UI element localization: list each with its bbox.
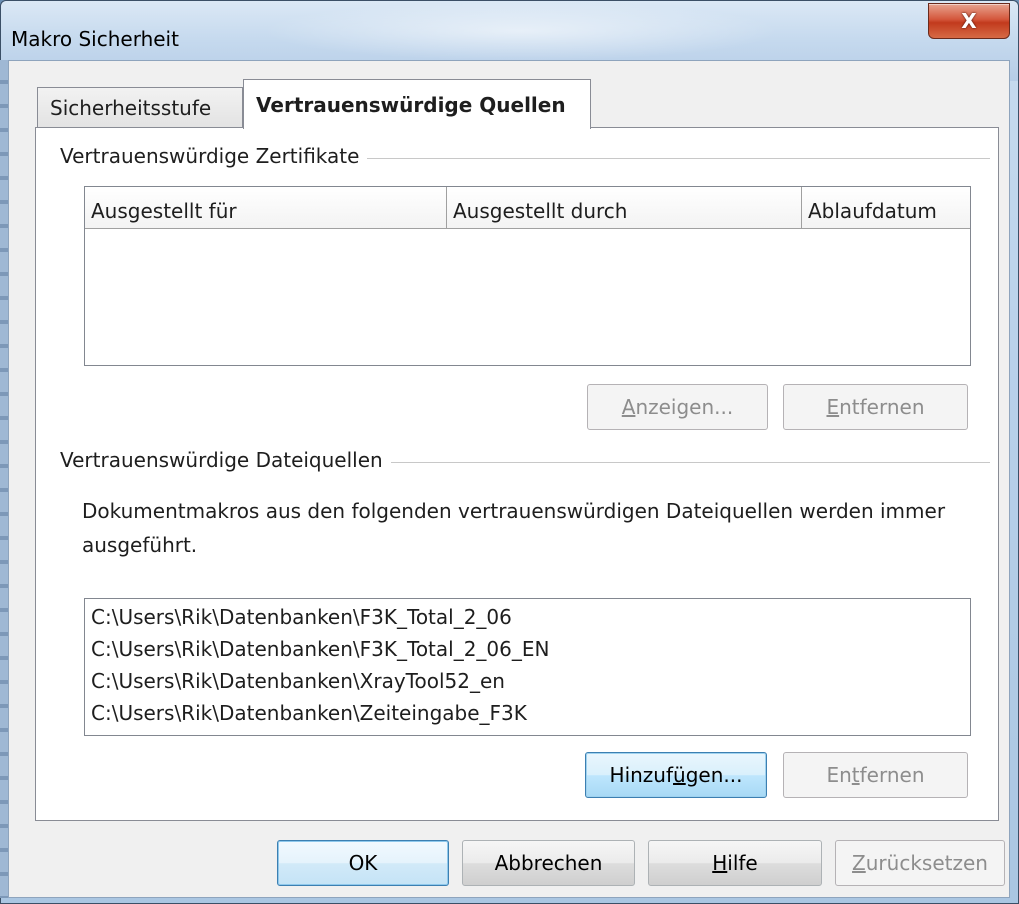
- file-sources-group-label: Vertrauenswürdige Dateiquellen: [60, 448, 391, 472]
- add-file-source-button[interactable]: Hinzuf ü gen...: [585, 752, 767, 798]
- reset-button[interactable]: Zurücksetzen: [835, 840, 1005, 886]
- button-label: ntfernen: [839, 395, 925, 419]
- column-header-issued-by[interactable]: Ausgestellt durch: [447, 187, 802, 228]
- mnemonic: ü: [673, 763, 686, 787]
- window-title: Makro Sicherheit: [11, 27, 179, 51]
- close-icon: X: [961, 9, 977, 33]
- tab-vertrauenswuerdige-quellen[interactable]: Vertrauenswürdige Quellen: [243, 79, 591, 129]
- mnemonic: Z: [852, 851, 866, 875]
- ok-button[interactable]: OK: [277, 840, 449, 886]
- button-label: ilfe: [727, 851, 758, 875]
- table-header: Ausgestellt für Ausgestellt durch Ablauf…: [85, 187, 970, 229]
- remove-file-source-button[interactable]: En t fernen: [783, 752, 968, 798]
- button-label: nzeigen...: [635, 395, 734, 419]
- background-window-edge: [0, 60, 8, 898]
- file-sources-description: Dokumentmakros aus den folgenden vertrau…: [82, 499, 946, 557]
- button-label: OK: [348, 851, 378, 875]
- list-item[interactable]: C:\Users\Rik\Datenbanken\XrayTool52_en: [91, 665, 964, 697]
- list-item[interactable]: C:\Users\Rik\Datenbanken\Zeiteingabe_F3K: [91, 697, 964, 729]
- tab-sicherheitsstufe[interactable]: Sicherheitsstufe: [37, 87, 243, 127]
- certificates-table[interactable]: Ausgestellt für Ausgestellt durch Ablauf…: [84, 186, 971, 366]
- tab-label: Sicherheitsstufe: [50, 95, 212, 120]
- column-header-expiry[interactable]: Ablaufdatum: [802, 187, 964, 228]
- help-button[interactable]: Hilfe: [648, 840, 822, 886]
- button-label-rest: gen...: [685, 763, 743, 787]
- mnemonic: t: [851, 763, 860, 787]
- button-label: Abbrechen: [494, 851, 603, 875]
- button-label-pre: En: [826, 763, 852, 787]
- button-label: urücksetzen: [865, 851, 988, 875]
- mnemonic: A: [621, 395, 636, 419]
- tab-label: Vertrauenswürdige Quellen: [256, 92, 566, 117]
- column-header-issued-to[interactable]: Ausgestellt für: [85, 187, 447, 228]
- list-item[interactable]: C:\Users\Rik\Datenbanken\F3K_Total_2_06_…: [91, 633, 964, 665]
- list-item[interactable]: C:\Users\Rik\Datenbanken\F3K_Total_2_06: [91, 601, 964, 633]
- button-label-rest: fernen: [859, 763, 925, 787]
- mnemonic: H: [712, 851, 728, 875]
- view-certificate-button[interactable]: Anzeigen...: [587, 384, 768, 430]
- remove-certificate-button[interactable]: Entfernen: [783, 384, 968, 430]
- close-button[interactable]: X: [928, 3, 1010, 39]
- button-label-pre: Hinzuf: [609, 763, 674, 787]
- cancel-button[interactable]: Abbrechen: [462, 840, 635, 886]
- mnemonic: E: [826, 395, 840, 419]
- trusted-file-sources-list[interactable]: C:\Users\Rik\Datenbanken\F3K_Total_2_06 …: [84, 598, 971, 736]
- certificates-group-label: Vertrauenswürdige Zertifikate: [60, 144, 368, 168]
